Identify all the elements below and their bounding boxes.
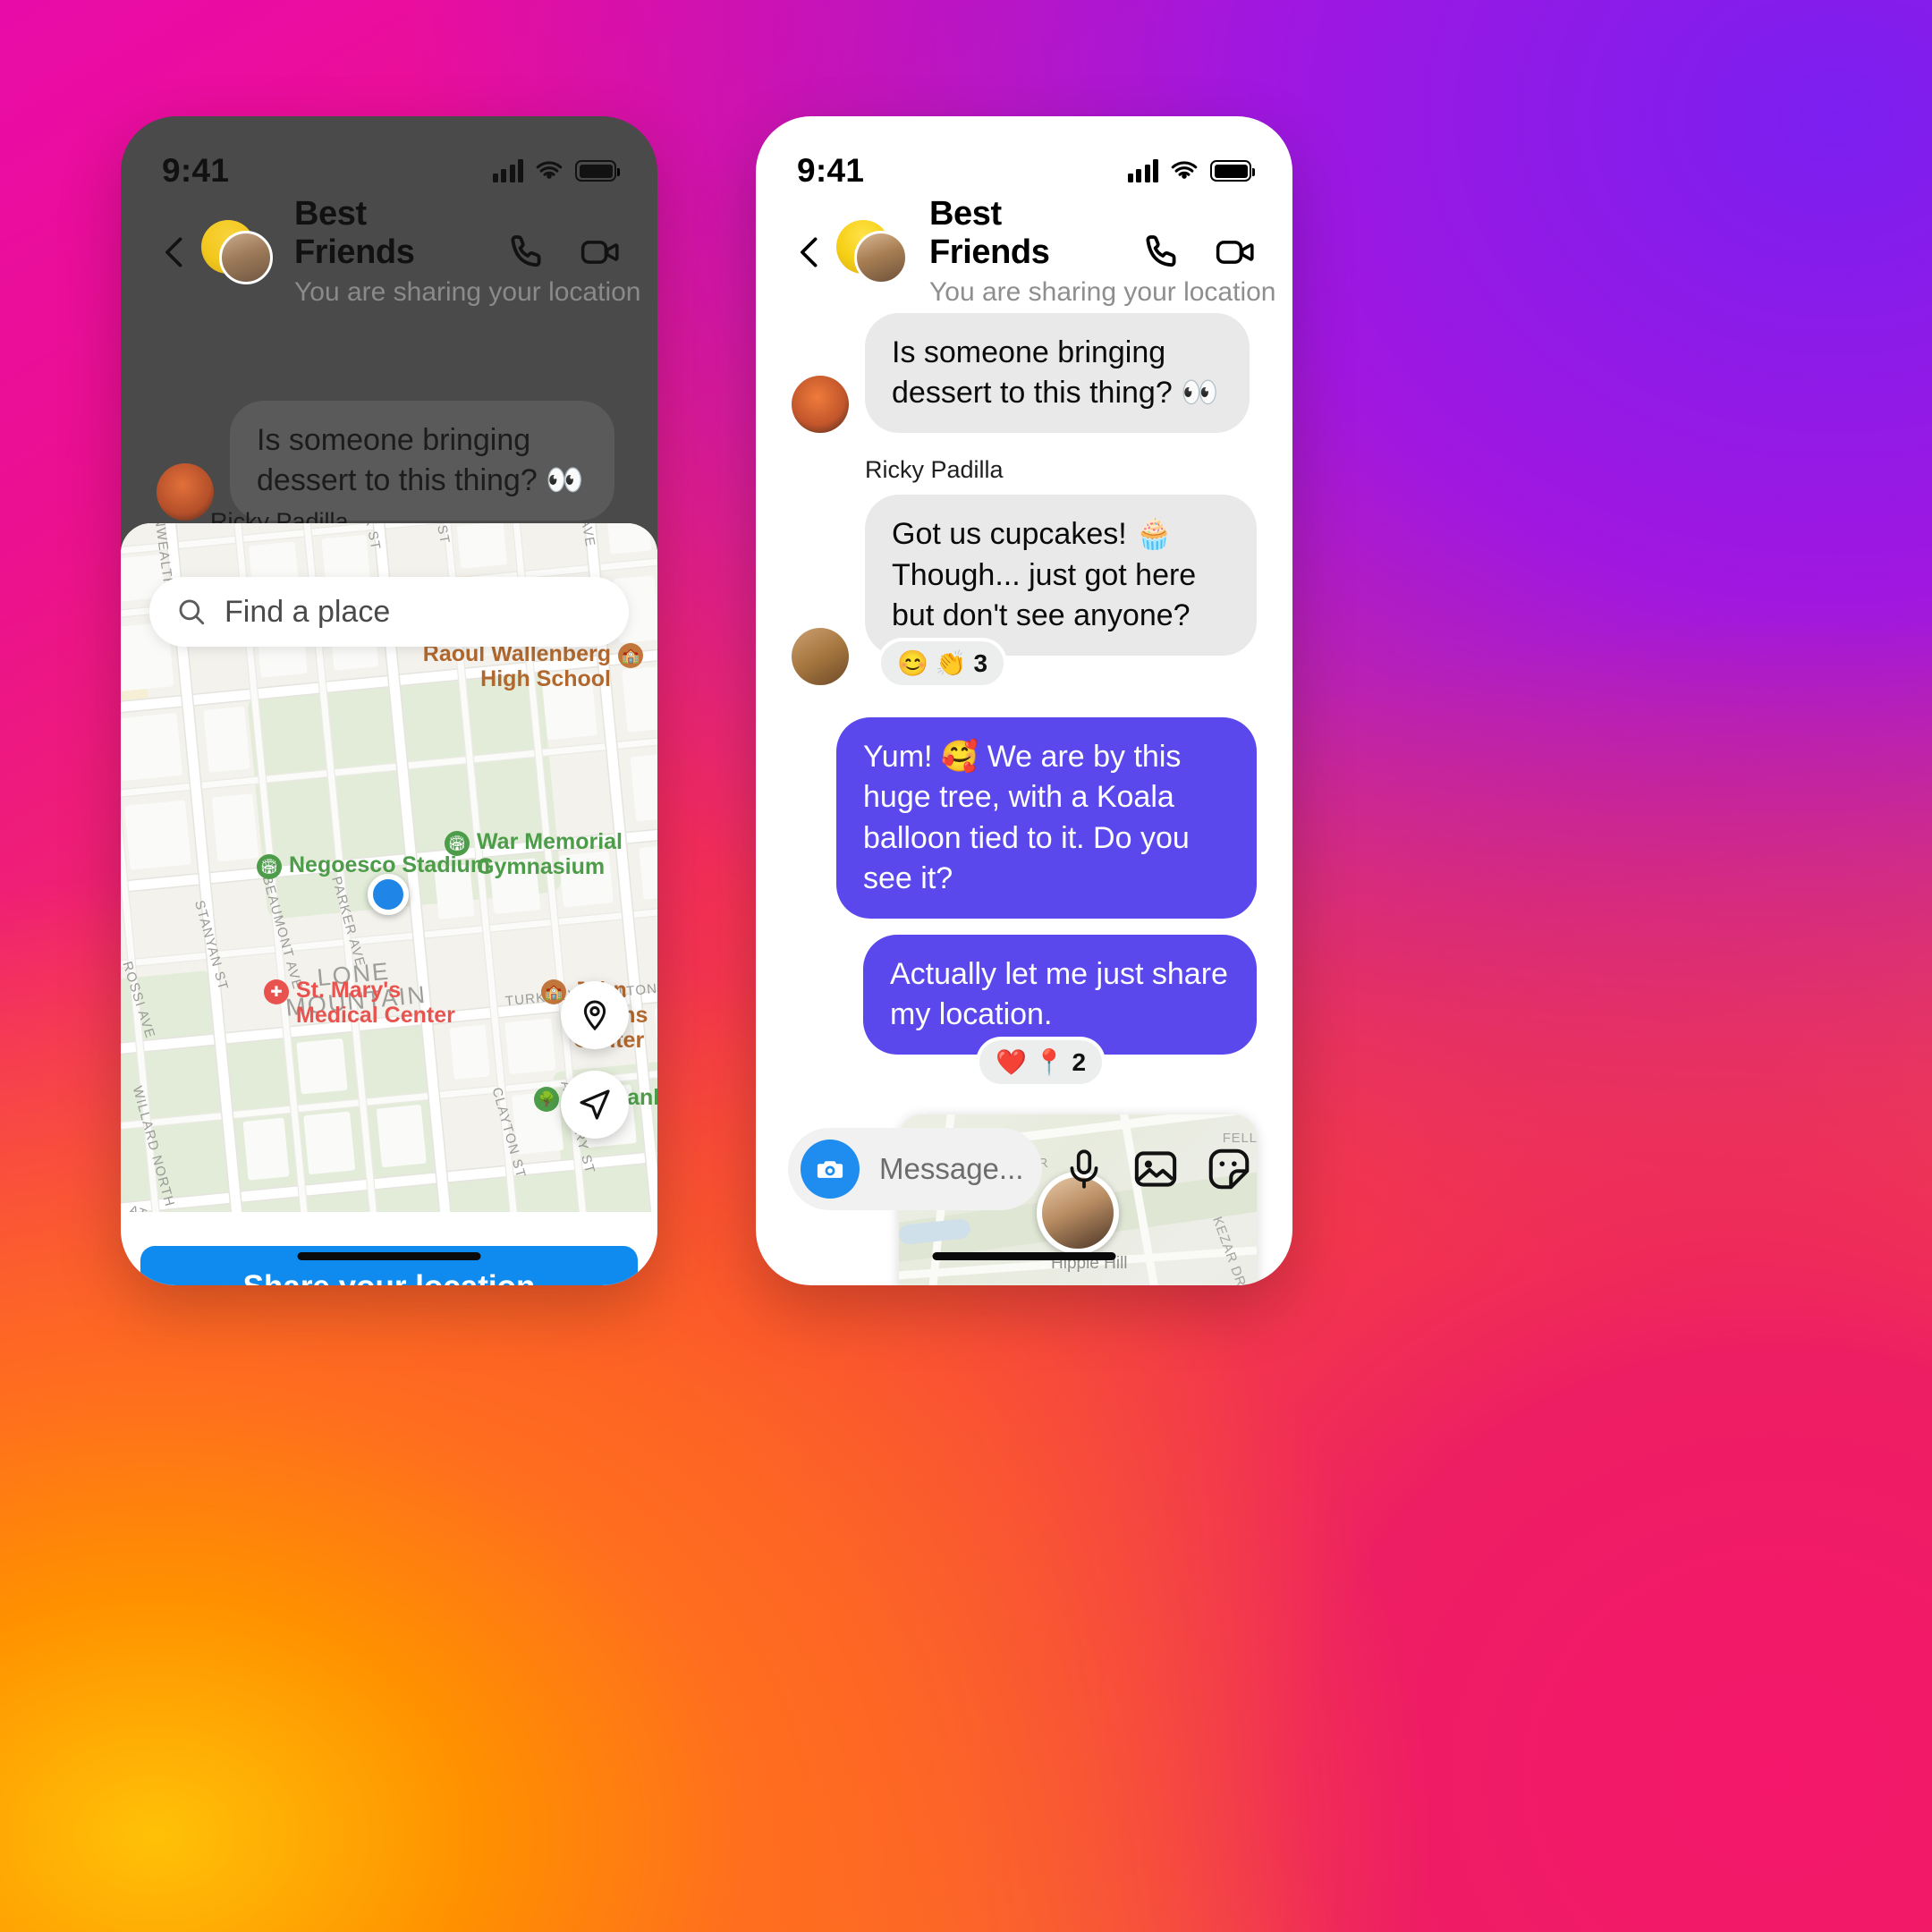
location-pin-icon <box>583 1000 606 1031</box>
message-bubble: Actually let me just share my location. <box>863 934 1257 1055</box>
page-title: Best Friends <box>929 195 1050 271</box>
message-bubble: Is someone bringing dessert to this thin… <box>230 401 614 521</box>
group-avatar[interactable] <box>201 220 275 284</box>
status-indicators <box>1127 159 1255 182</box>
school-icon: 🏫 <box>618 643 643 668</box>
stadium-icon: 🏟 <box>257 854 282 879</box>
header-actions <box>1140 231 1257 274</box>
poi-label: St. Mary's Medical Center <box>296 978 455 1028</box>
message-reactions[interactable]: 😊 👏 3 <box>881 641 1004 686</box>
phone-left-share-location-screen: 9:41 Best Friends You are sharing your l… <box>121 116 657 1285</box>
camera-button[interactable] <box>801 1140 860 1199</box>
message-bubble: Is someone bringing dessert to this thin… <box>865 313 1250 434</box>
reaction-count: 2 <box>1072 1047 1087 1076</box>
message-thread[interactable]: Is someone bringing dessert to this thin… <box>756 306 1292 1285</box>
status-bar-left: 9:41 <box>121 116 657 199</box>
chat-header-right: Best Friends You are sharing your locati… <box>756 195 1292 307</box>
video-camera-icon[interactable] <box>1214 231 1257 274</box>
message-row: Got us cupcakes! 🧁 Though... just got he… <box>756 495 1292 686</box>
header-text-block: Best Friends You are sharing your locati… <box>929 195 1276 309</box>
user-location-dot <box>368 874 409 915</box>
sticker-icon[interactable] <box>1205 1145 1253 1193</box>
phone-right-chat-screen: 9:41 Best Friends You are sharing your l… <box>756 116 1292 1285</box>
group-avatar[interactable] <box>836 220 910 284</box>
message-row: Is someone bringing dessert to this thin… <box>756 313 1292 434</box>
message-reactions[interactable]: ❤️ 📍 2 <box>979 1040 1103 1085</box>
message-bubble: Got us cupcakes! 🧁 Though... just got he… <box>865 495 1257 657</box>
image-icon[interactable] <box>1131 1145 1180 1193</box>
message-row: Is someone bringing dessert to this thin… <box>121 401 657 521</box>
school-icon: 🏫 <box>541 979 566 1004</box>
chat-header-left: Best Friends You are sharing your locati… <box>121 195 657 307</box>
status-bar-right: 9:41 <box>756 116 1292 199</box>
map-poi[interactable]: ✚ St. Mary's Medical Center <box>264 978 479 1028</box>
poi-label: War Memorial Gymnasium <box>477 829 623 879</box>
dimmed-chat-backdrop: 9:41 Best Friends You are sharing your l… <box>121 116 657 537</box>
cellular-signal-icon <box>1127 159 1158 182</box>
back-icon[interactable] <box>157 233 194 271</box>
header-actions <box>505 231 622 274</box>
phone-icon[interactable] <box>505 231 548 274</box>
video-camera-icon[interactable] <box>579 231 622 274</box>
find-a-place-search[interactable]: Find a place <box>149 577 629 647</box>
reaction-emojis: 😊 👏 <box>897 649 967 678</box>
recenter-map-button[interactable] <box>561 981 629 1049</box>
status-time: 9:41 <box>797 152 865 189</box>
message-input-pill[interactable]: Message... <box>788 1128 1042 1210</box>
message-input-placeholder: Message... <box>879 1152 1024 1185</box>
navigation-arrow-icon <box>580 1089 610 1120</box>
home-indicator <box>932 1252 1116 1260</box>
reaction-count: 3 <box>973 648 988 677</box>
share-location-sheet: NWEALTH OOK ST AKE ST S ST OD ST ROSSI A… <box>121 523 657 1285</box>
wifi-icon <box>1171 161 1198 179</box>
wallpaper-background: 9:41 Best Friends You are sharing your l… <box>0 0 1932 1932</box>
avatar <box>792 376 849 434</box>
message-composer: Message... <box>756 1124 1292 1214</box>
search-icon <box>179 599 205 625</box>
map-poi[interactable]: 🏟 War Memorial Gymnasium <box>445 829 657 879</box>
page-title: Best Friends <box>294 195 415 271</box>
wifi-icon <box>536 161 563 179</box>
map-poi[interactable]: 🏫 Raoul Wallenberg High School <box>378 641 643 691</box>
composer-actions <box>1062 1145 1260 1193</box>
phone-icon[interactable] <box>1140 231 1183 274</box>
microphone-icon[interactable] <box>1062 1147 1106 1191</box>
status-indicators <box>492 159 620 182</box>
status-time: 9:41 <box>162 152 230 189</box>
sheet-footer: Share your location Your live location w… <box>121 1212 657 1285</box>
avatar <box>792 628 849 686</box>
header-subtitle: You are sharing your location <box>294 276 641 307</box>
header-subtitle: You are sharing your location <box>929 276 1276 307</box>
search-placeholder: Find a place <box>225 594 391 629</box>
map-canvas[interactable]: NWEALTH OOK ST AKE ST S ST OD ST ROSSI A… <box>121 523 657 1212</box>
back-icon[interactable] <box>792 233 829 271</box>
stadium-icon: 🏟 <box>445 831 470 856</box>
message-row: Yum! 🥰 We are by this huge tree, with a … <box>756 717 1292 919</box>
navigate-button[interactable] <box>561 1071 629 1139</box>
park-icon: 🌳 <box>534 1087 559 1112</box>
poi-label: Raoul Wallenberg High School <box>422 641 611 691</box>
avatar <box>854 231 908 284</box>
message-sender-label: Ricky Padilla <box>865 456 1004 484</box>
message-row: Actually let me just share my location. … <box>756 934 1292 1085</box>
reaction-emojis: ❤️ 📍 <box>996 1048 1065 1077</box>
battery-icon <box>1210 160 1255 182</box>
home-indicator <box>297 1252 481 1260</box>
battery-icon <box>575 160 620 182</box>
header-text-block: Best Friends You are sharing your locati… <box>294 195 641 309</box>
avatar <box>219 231 273 284</box>
cellular-signal-icon <box>492 159 523 182</box>
camera-icon <box>817 1161 843 1178</box>
message-bubble: Yum! 🥰 We are by this huge tree, with a … <box>836 717 1257 919</box>
hospital-icon: ✚ <box>264 979 289 1004</box>
